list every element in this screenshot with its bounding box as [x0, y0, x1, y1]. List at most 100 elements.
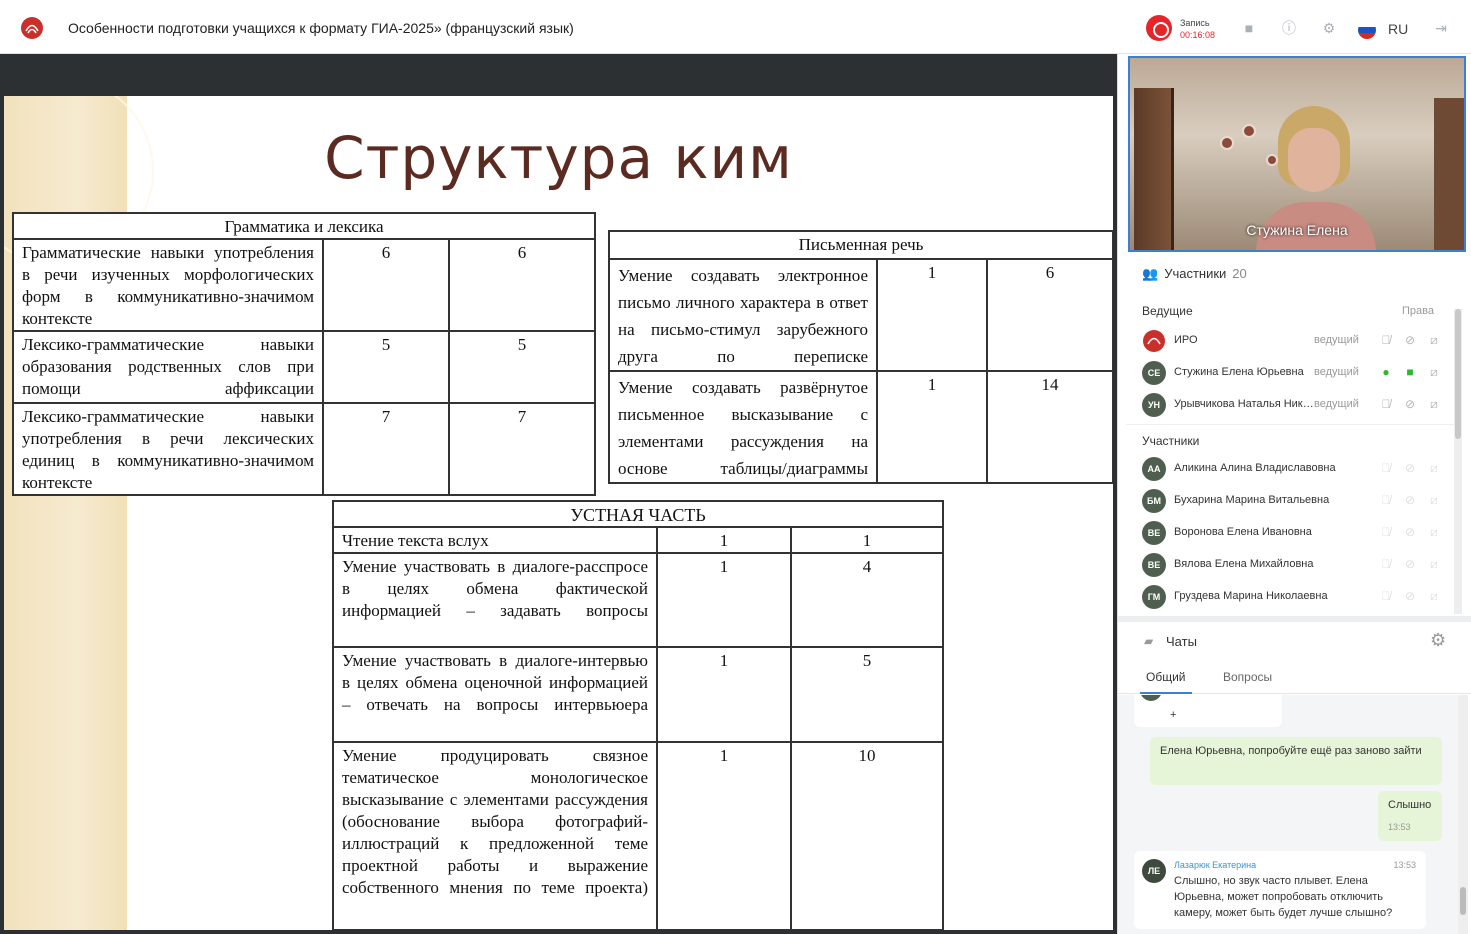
- table-cell: 7: [322, 402, 450, 496]
- participants-list: Ведущие Права ИРО ведущий 🎙̸ ⊘ ⧄ СЕ Стуж…: [1126, 294, 1454, 614]
- participant-name: Бухарина Марина Витальевна: [1174, 494, 1330, 506]
- camera-off-icon: ⊘: [1404, 493, 1416, 507]
- participant-row[interactable]: АА Аликина Алина Владиславовна 🎙̸ ⊘ ⧄: [1142, 456, 1442, 482]
- avatar: СЕ: [1142, 361, 1166, 385]
- table-cell: Лексико-грамматические навыки образовани…: [12, 330, 324, 404]
- table-cell: Умение создавать электронное письмо личн…: [608, 258, 878, 372]
- table-cell: 1: [876, 258, 988, 372]
- record-label: Запись: [1180, 18, 1210, 28]
- folder-icon[interactable]: ■: [1240, 19, 1258, 37]
- camera-off-icon[interactable]: ⊘: [1402, 332, 1418, 348]
- speaker-video[interactable]: Стужина Елена: [1128, 56, 1466, 252]
- avatar: ВЕ: [1142, 553, 1166, 577]
- avatar: АА: [1142, 457, 1166, 481]
- table-cell: 6: [985, 258, 1113, 372]
- chat-message: Слышно 13:53: [1378, 791, 1442, 841]
- top-bar: Особенности подготовки учащихся к формат…: [0, 0, 1471, 54]
- tab-general[interactable]: Общий: [1140, 670, 1191, 694]
- camera-off-icon: ⊘: [1404, 525, 1416, 539]
- table-cell: Чтение текста вслух: [332, 526, 658, 554]
- tab-questions[interactable]: Вопросы: [1223, 670, 1272, 684]
- avatar: ВЕ: [1142, 521, 1166, 545]
- participant-row[interactable]: СЕ Стужина Елена Юрьевна ведущий ● ■ ⧄: [1142, 360, 1442, 386]
- iro-logo-icon: [21, 17, 43, 39]
- chat-scrollbar[interactable]: [1458, 695, 1468, 934]
- participant-row[interactable]: ИРО ведущий 🎙̸ ⊘ ⧄: [1142, 328, 1442, 354]
- chat-message: Елена Юрьевна, попробуйте ещё раз заново…: [1150, 737, 1442, 785]
- chat-settings-icon[interactable]: ⚙: [1430, 630, 1446, 651]
- participants-count: 20: [1232, 266, 1247, 281]
- camera-off-icon: ⊘: [1404, 557, 1416, 571]
- screen-share-icon: ⧄: [1430, 557, 1438, 571]
- rights-label: Права: [1402, 305, 1434, 317]
- participants-title: Участники: [1164, 266, 1227, 281]
- participant-row[interactable]: ГМ Груздева Марина Николаевна 🎙̸ ⊘ ⧄: [1142, 584, 1442, 610]
- avatar: УН: [1142, 393, 1166, 417]
- record-icon[interactable]: [1146, 15, 1172, 41]
- participant-role: ведущий: [1314, 366, 1359, 378]
- table-cell: 1: [656, 552, 792, 648]
- sidebar: Стужина Елена 👥 Участники 20 Ведущие Права…: [1117, 54, 1471, 934]
- participant-role: ведущий: [1314, 334, 1359, 346]
- participant-name: Аликина Алина Владиславовна: [1174, 462, 1336, 474]
- chat-message: ЛЕ Лазарюк Екатерина 13:53 Слышно, но зв…: [1134, 851, 1426, 929]
- table-cell: Умение участвовать в диалоге-интервью в …: [332, 646, 658, 743]
- message-author: Лазарюк Екатерина: [1174, 860, 1257, 870]
- chat-header: ▰ Чаты ⚙: [1118, 616, 1471, 662]
- mic-off-icon[interactable]: 🎙̸: [1378, 332, 1394, 348]
- table-cell: 7: [448, 402, 596, 496]
- table-cell: 1: [876, 370, 988, 484]
- participant-name: Урывчикова Наталья Николаевна: [1174, 398, 1314, 410]
- chat-tabs: Общий Вопросы: [1118, 662, 1471, 694]
- participant-row[interactable]: ВЕ Вялова Елена Михайловна 🎙̸ ⊘ ⧄: [1142, 552, 1442, 578]
- message-text: Елена Юрьевна, попробуйте ещё раз заново…: [1160, 745, 1422, 757]
- iro-logo-icon: [1143, 330, 1165, 352]
- message-text: Слышно, но звук часто плывет. Елена Юрье…: [1174, 875, 1393, 919]
- chat-icon: ▰: [1144, 634, 1154, 648]
- participant-name: Воронова Елена Ивановна: [1174, 526, 1312, 538]
- table-cell: 5: [448, 330, 596, 404]
- chat-messages: АА + Елена Юрьевна, попробуйте ещё раз з…: [1118, 695, 1458, 934]
- participant-row[interactable]: УН Урывчикова Наталья Николаевна ведущий…: [1142, 392, 1442, 418]
- message-time: 13:53: [1393, 860, 1416, 870]
- users-icon: 👥: [1142, 266, 1159, 281]
- table-cell: Умение продуцировать связное тематическо…: [332, 741, 658, 930]
- participant-name: Стужина Елена Юрьевна: [1174, 366, 1304, 378]
- mic-off-icon: 🎙̸: [1381, 525, 1391, 539]
- message-text: Слышно: [1388, 799, 1432, 811]
- table-cell: 4: [789, 552, 945, 648]
- participant-row[interactable]: БМ Бухарина Марина Витальевна 🎙̸ ⊘ ⧄: [1142, 488, 1442, 514]
- participants-header[interactable]: 👥 Участники 20: [1142, 266, 1247, 282]
- table-header: УСТНАЯ ЧАСТЬ: [331, 500, 945, 528]
- exit-icon[interactable]: ⇥: [1432, 19, 1450, 37]
- screen-share-icon: ⧄: [1430, 589, 1438, 603]
- table-cell: 10: [789, 741, 945, 930]
- info-icon[interactable]: ⓘ: [1280, 19, 1298, 37]
- table-cell: 1: [789, 526, 945, 554]
- hosts-label: Ведущие: [1142, 304, 1193, 318]
- table-cell: 14: [985, 370, 1113, 484]
- record-timer: 00:16:08: [1180, 30, 1216, 40]
- camera-on-icon[interactable]: ■: [1402, 364, 1418, 380]
- speaker-name: Стужина Елена: [1246, 222, 1348, 238]
- table-cell: 1: [656, 646, 792, 743]
- screen-share-icon[interactable]: ⧄: [1426, 396, 1442, 412]
- russian-flag-icon[interactable]: [1358, 21, 1376, 39]
- screen-share-icon: ⧄: [1430, 525, 1438, 539]
- slide-title: Структура ким: [324, 124, 793, 192]
- screen-share-icon[interactable]: ⧄: [1426, 332, 1442, 348]
- table-header: Грамматика и лексика: [12, 212, 596, 240]
- language-label[interactable]: RU: [1388, 21, 1408, 37]
- screen-share-icon[interactable]: ⧄: [1426, 364, 1442, 380]
- participants-scrollbar[interactable]: [1454, 309, 1462, 614]
- table-cell: Умение участвовать в диалоге-расспросе в…: [332, 552, 658, 648]
- mic-on-icon[interactable]: ●: [1378, 364, 1394, 380]
- gear-icon[interactable]: ⚙: [1320, 19, 1338, 37]
- table-cell: Лексико-грамматические навыки употреблен…: [12, 402, 324, 496]
- table-cell: 6: [322, 238, 450, 332]
- participant-row[interactable]: ВЕ Воронова Елена Ивановна 🎙̸ ⊘ ⧄: [1142, 520, 1442, 546]
- mic-off-icon[interactable]: 🎙̸: [1378, 396, 1394, 412]
- message-time: 13:53: [1388, 822, 1411, 832]
- camera-off-icon[interactable]: ⊘: [1402, 396, 1418, 412]
- table-cell: 5: [789, 646, 945, 743]
